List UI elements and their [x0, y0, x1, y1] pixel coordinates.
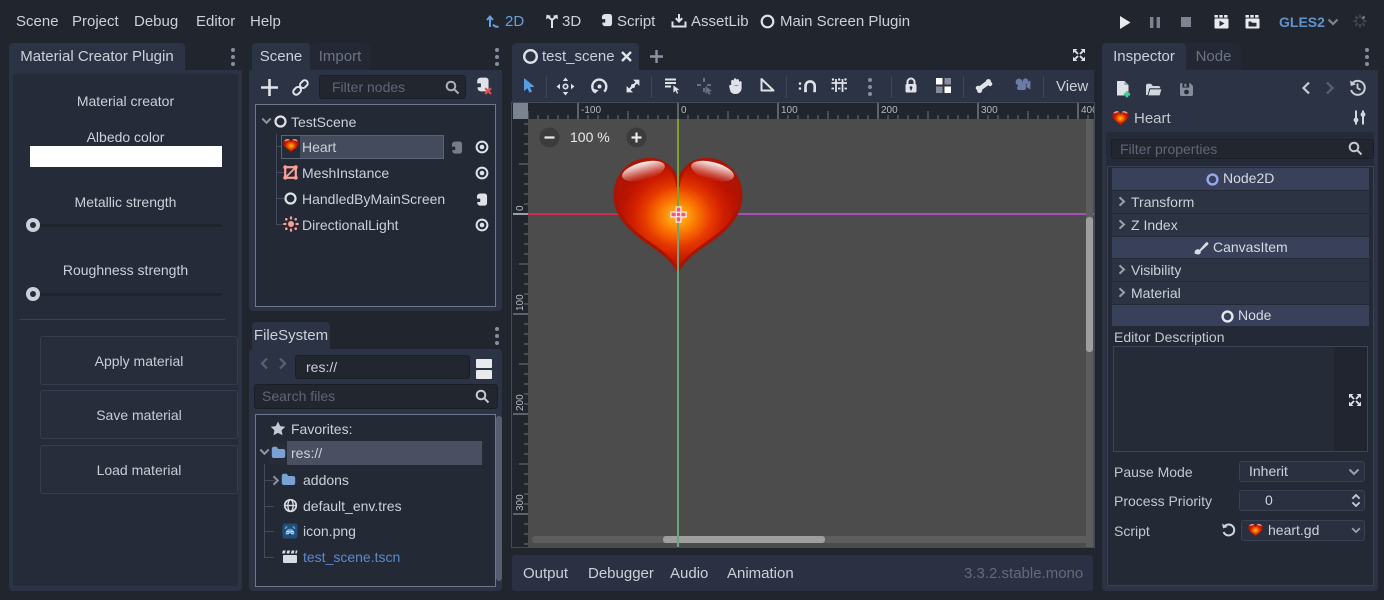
svg-text:300: 300	[515, 494, 526, 511]
svg-text:300: 300	[981, 105, 998, 116]
svg-text:0: 0	[515, 205, 526, 211]
svg-text:0: 0	[681, 105, 687, 116]
svg-text:-100: -100	[581, 105, 601, 116]
svg-text:100: 100	[781, 105, 798, 116]
svg-text:200: 200	[881, 105, 898, 116]
svg-text:100: 100	[515, 294, 526, 311]
svg-text:200: 200	[515, 394, 526, 411]
svg-text:400: 400	[1081, 105, 1094, 116]
